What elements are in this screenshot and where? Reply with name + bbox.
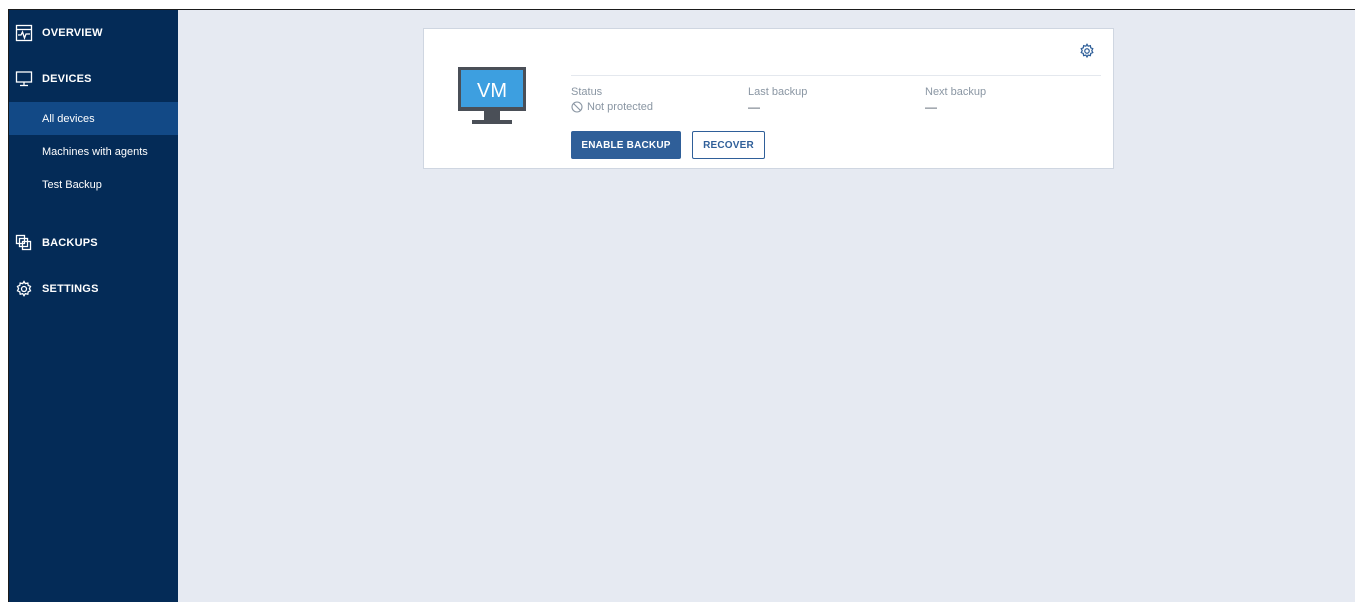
last-backup-column: Last backup —: [748, 86, 807, 114]
card-divider: [571, 75, 1101, 76]
copies-icon: [13, 232, 35, 254]
sidebar: OVERVIEW DEVICES All devices Machines wi…: [9, 10, 178, 602]
nav-backups-label: BACKUPS: [42, 237, 98, 249]
next-backup-label: Next backup: [925, 86, 987, 98]
next-backup-value: —: [925, 100, 937, 114]
card-settings-gear-icon[interactable]: [1079, 43, 1095, 59]
last-backup-label: Last backup: [748, 86, 808, 98]
status-label: Status: [571, 86, 603, 98]
not-protected-icon: [571, 101, 583, 113]
nav-test-backup[interactable]: Test Backup: [9, 168, 178, 201]
enable-backup-button[interactable]: ENABLE BACKUP: [571, 131, 681, 159]
recover-button[interactable]: RECOVER: [692, 131, 765, 159]
vm-label: VM: [477, 80, 507, 102]
app-window: OVERVIEW DEVICES All devices Machines wi…: [8, 9, 1355, 602]
nav-settings[interactable]: SETTINGS: [9, 266, 178, 312]
nav-settings-label: SETTINGS: [42, 283, 99, 295]
next-backup-column: Next backup —: [925, 86, 986, 114]
vm-monitor-icon: VM: [458, 67, 526, 124]
monitor-icon: [13, 68, 35, 90]
status-column: Status Not protected: [571, 86, 653, 113]
nav-backups[interactable]: BACKUPS: [9, 220, 178, 266]
status-value: Not protected: [587, 101, 654, 113]
nav-devices-label: DEVICES: [42, 73, 92, 85]
nav-overview-label: OVERVIEW: [42, 27, 103, 39]
dashboard-icon: [13, 22, 35, 44]
nav-devices[interactable]: DEVICES: [9, 56, 178, 102]
gear-icon: [13, 278, 35, 300]
status-value-row: Not protected: [571, 101, 653, 113]
nav-machines-with-agents[interactable]: Machines with agents: [9, 135, 178, 168]
last-backup-value: —: [748, 100, 760, 114]
nav-all-devices[interactable]: All devices: [9, 102, 178, 135]
device-card: VM Status Not protected Last backup — Ne…: [423, 28, 1114, 169]
nav-overview[interactable]: OVERVIEW: [9, 10, 178, 56]
main-content: VM Status Not protected Last backup — Ne…: [178, 10, 1355, 602]
